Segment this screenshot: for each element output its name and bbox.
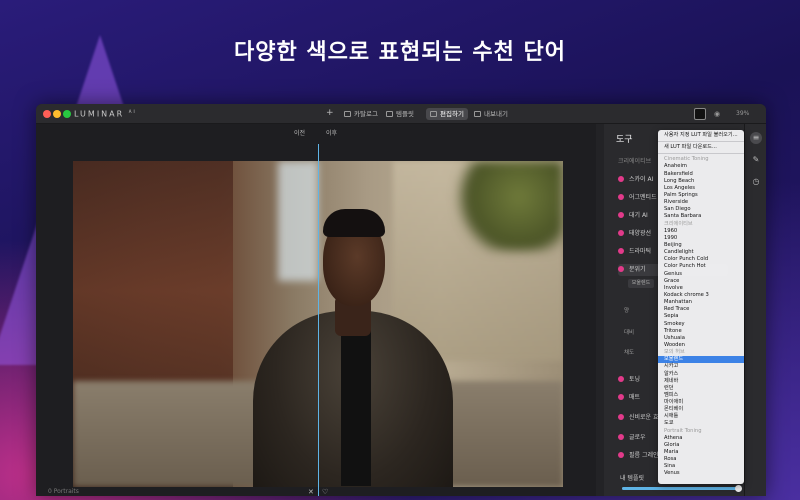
- zoom-window-button[interactable]: [63, 110, 71, 118]
- menu-item[interactable]: San Diego: [658, 206, 744, 213]
- menu-item[interactable]: Ushuaia: [658, 335, 744, 342]
- eye-icon[interactable]: ◉: [714, 108, 720, 120]
- menu-item[interactable]: 새 LUT 파일 다운로드...: [658, 144, 744, 151]
- before-after-divider[interactable]: [318, 144, 319, 496]
- menu-item[interactable]: Wooden: [658, 342, 744, 349]
- menu-item[interactable]: 1960: [658, 228, 744, 235]
- favorite-template[interactable]: 내 템플릿: [620, 473, 644, 482]
- menu-item[interactable]: Maria: [658, 449, 744, 456]
- menu-item[interactable]: Red Trace: [658, 306, 744, 313]
- export-icon: [474, 111, 481, 117]
- sun-icon: [618, 230, 624, 236]
- menu-item[interactable]: Bakersfield: [658, 171, 744, 178]
- menu-item[interactable]: Venus: [658, 470, 744, 477]
- menu-item[interactable]: Athena: [658, 435, 744, 442]
- menu-section-header: Cinematic Toning: [664, 156, 709, 163]
- menu-item[interactable]: 멤피스: [658, 392, 744, 399]
- app-logo: LUMINAR AI: [74, 109, 137, 119]
- zoom-level[interactable]: 39%: [736, 108, 749, 120]
- add-button[interactable]: +: [322, 107, 338, 119]
- menu-item[interactable]: Gloria: [658, 442, 744, 449]
- folder-icon: [344, 111, 351, 117]
- menu-item[interactable]: 사용자 지정 LUT 파일 불러오기...: [658, 132, 744, 139]
- image-canvas[interactable]: 이전 이후 0 Portraits ✕ ♡: [36, 124, 596, 496]
- menu-item[interactable]: 도쿄: [658, 420, 744, 427]
- tab-catalog[interactable]: 카탈로그: [340, 108, 382, 120]
- before-label: 이전: [294, 130, 306, 137]
- menu-item[interactable]: Riverside: [658, 199, 744, 206]
- menu-item[interactable]: Long Beach: [658, 178, 744, 185]
- lut-dropdown-menu: 사용자 지정 LUT 파일 불러오기... 새 LUT 파일 다운로드... Cin…: [658, 130, 744, 484]
- lut-select[interactable]: 모울렌드: [628, 279, 654, 288]
- bolt-icon: [618, 248, 624, 254]
- menu-item[interactable]: 런던: [658, 385, 744, 392]
- brush-icon[interactable]: ✎: [750, 154, 762, 166]
- menu-item[interactable]: Anaheim: [658, 163, 744, 170]
- app-window: LUMINAR AI + 카탈로그 템플릿 편집하기 내보내기 ◉ 39% 이전…: [36, 104, 766, 496]
- menu-item[interactable]: Color Punch Cold: [658, 256, 744, 263]
- menu-item[interactable]: Sepia: [658, 313, 744, 320]
- edit-icon: [430, 111, 437, 117]
- menu-section-header: Portrait Toning: [664, 427, 702, 434]
- slider-contrast-label: 대비: [624, 330, 635, 336]
- palette-icon: [618, 266, 624, 272]
- heart-icon[interactable]: ♡: [322, 488, 328, 496]
- cloud-icon: [618, 176, 624, 182]
- tab-export[interactable]: 내보내기: [470, 108, 512, 120]
- panel-title: 도구: [616, 135, 633, 145]
- menu-item[interactable]: Palm Springs: [658, 192, 744, 199]
- fog-icon: [618, 212, 624, 218]
- menu-item[interactable]: 알카스: [658, 371, 744, 378]
- template-icon: [386, 111, 393, 117]
- slider-knob[interactable]: [735, 485, 742, 492]
- menu-item[interactable]: Tritone: [658, 328, 744, 335]
- sparkle-icon: [618, 414, 624, 420]
- menu-item[interactable]: Rosa: [658, 456, 744, 463]
- menu-item[interactable]: Grace: [658, 278, 744, 285]
- menu-item[interactable]: Genius: [658, 271, 744, 278]
- menu-section-header: 크리에이티브: [664, 220, 693, 227]
- minimize-window-button[interactable]: [53, 110, 61, 118]
- slider-fill: [622, 487, 740, 490]
- grain-icon: [618, 452, 624, 458]
- menu-item[interactable]: Candlelight: [658, 249, 744, 256]
- toning-icon: [618, 376, 624, 382]
- menu-separator: [658, 151, 744, 155]
- menu-item[interactable]: Smokey: [658, 321, 744, 328]
- amount-slider[interactable]: [622, 485, 742, 492]
- menu-item[interactable]: Involve: [658, 285, 744, 292]
- close-icon[interactable]: ✕: [308, 488, 314, 496]
- right-sidebar: ≡ ✎ ◷: [744, 124, 766, 496]
- menu-item[interactable]: Kodack chrome 3: [658, 292, 744, 299]
- tab-template[interactable]: 템플릿: [382, 108, 418, 120]
- slider-saturation-label: 채도: [624, 350, 635, 356]
- cloud-icon: [618, 194, 624, 200]
- menu-item[interactable]: 1990: [658, 235, 744, 242]
- menu-item[interactable]: Santa Barbara: [658, 213, 744, 220]
- after-label: 이후: [326, 130, 338, 137]
- menu-item[interactable]: Beijing: [658, 242, 744, 249]
- menu-item[interactable]: 제네바: [658, 378, 744, 385]
- photo-caption: 0 Portraits: [48, 488, 79, 495]
- slider-amount-label: 양: [624, 308, 630, 314]
- tab-edit[interactable]: 편집하기: [426, 108, 468, 120]
- headline: 다양한 색으로 표현되는 수천 단어: [234, 40, 566, 65]
- menu-item[interactable]: Sina: [658, 463, 744, 470]
- title-bar: LUMINAR AI + 카탈로그 템플릿 편집하기 내보내기 ◉ 39%: [36, 104, 766, 124]
- menu-item[interactable]: Manhattan: [658, 299, 744, 306]
- glow-icon: [618, 434, 624, 440]
- sliders-icon[interactable]: ≡: [750, 132, 762, 144]
- close-window-button[interactable]: [43, 110, 51, 118]
- history-icon[interactable]: ◷: [750, 176, 762, 188]
- compare-view-button[interactable]: [694, 108, 706, 120]
- matte-icon: [618, 394, 624, 400]
- menu-item[interactable]: Color Punch Hot: [658, 263, 744, 270]
- menu-item[interactable]: 시카고: [658, 363, 744, 370]
- menu-item[interactable]: Los Angeles: [658, 185, 744, 192]
- menu-separator: [658, 139, 744, 143]
